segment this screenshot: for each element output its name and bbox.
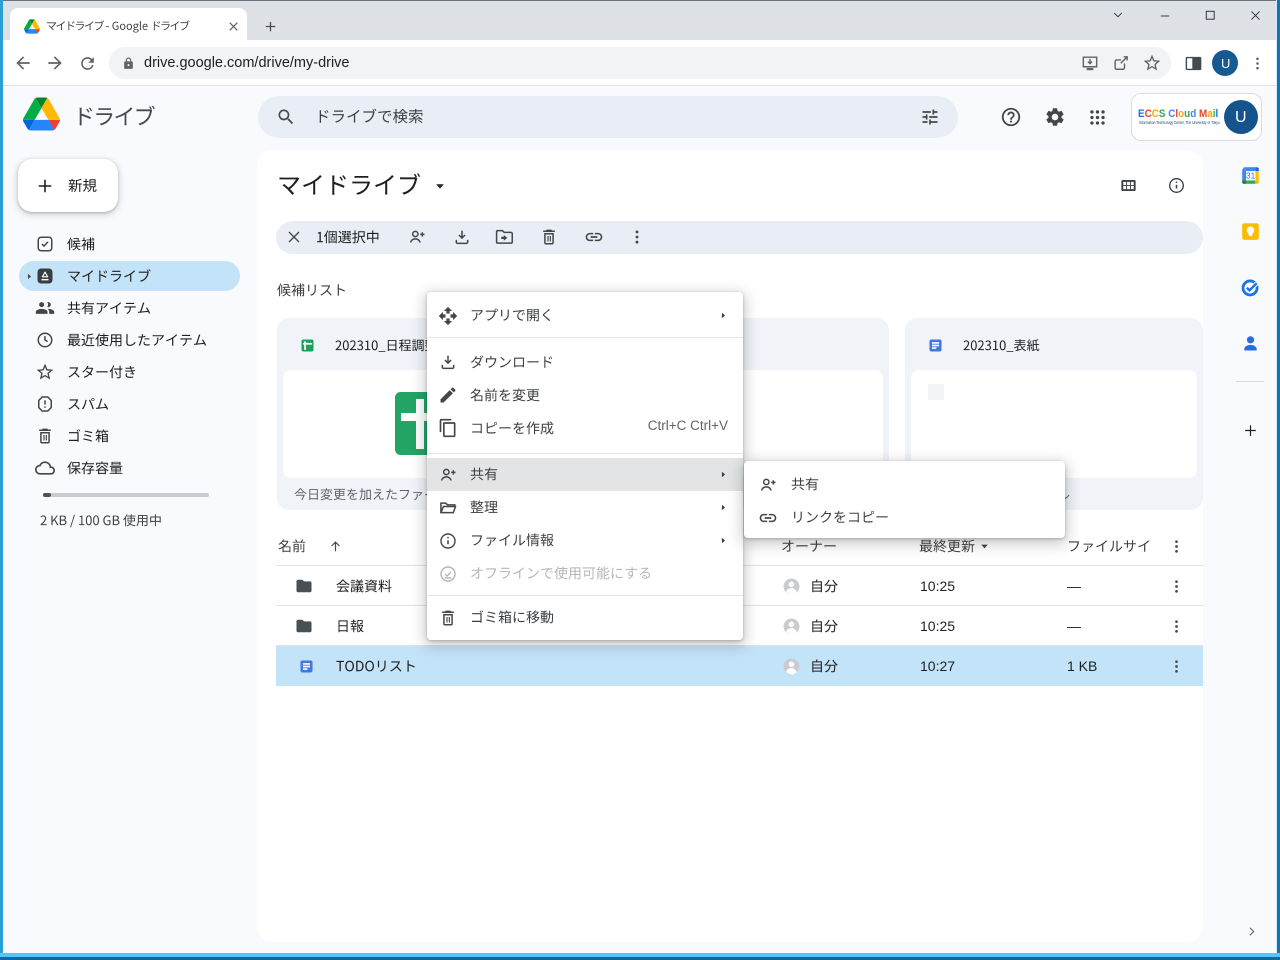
svg-text:31: 31 [1246, 170, 1256, 180]
